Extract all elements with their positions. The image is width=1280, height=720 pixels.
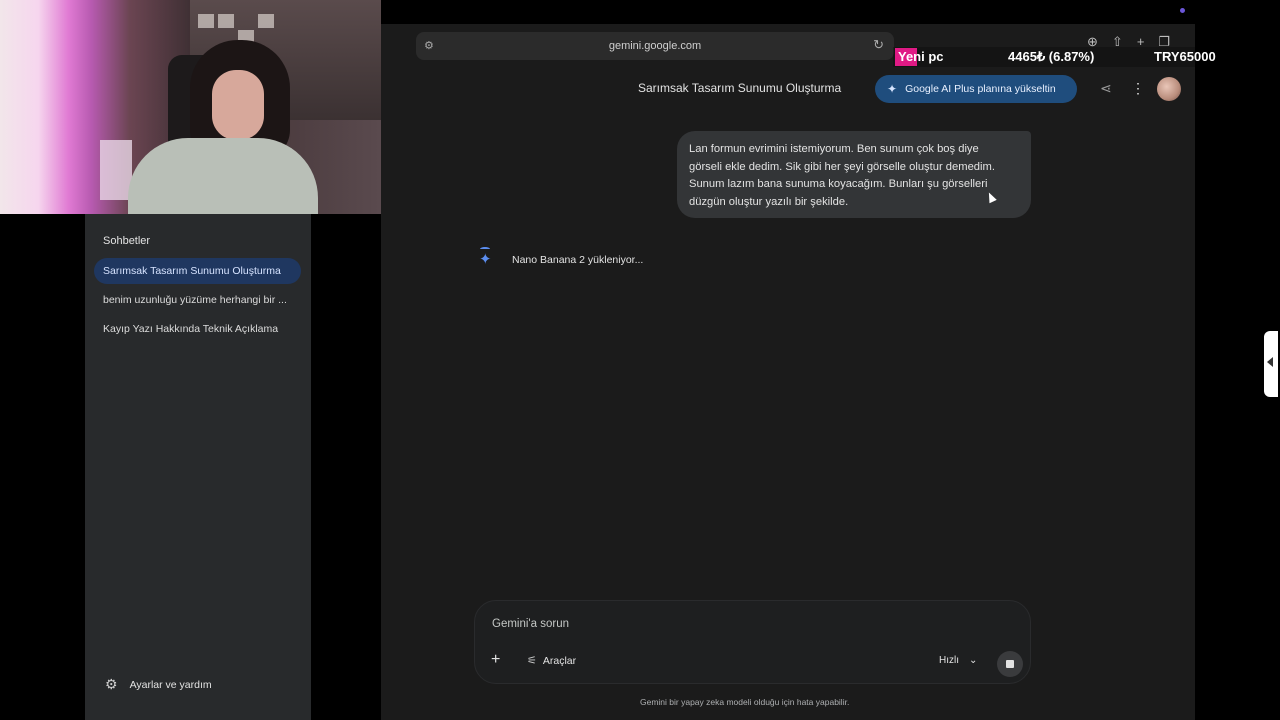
status-dot [1180,8,1185,13]
sidebar: Sohbetler Sarımsak Tasarım Sunumu Oluştu… [85,214,311,720]
user-message-line: Sunum lazım bana sunuma koyacağım. Bunla… [689,178,988,190]
more-options-icon[interactable]: ⋮ [1131,80,1145,97]
tools-button[interactable]: ⚟ Araçlar [527,654,577,668]
goal-name: Yeni pc [895,48,947,66]
stop-button[interactable] [997,651,1023,677]
upgrade-label: Google AI Plus planına yükseltin [905,83,1056,95]
site-settings-icon[interactable]: ⚙ [424,39,434,52]
webcam-overlay [0,0,381,214]
chevron-down-icon: ⌄ [969,655,978,666]
top-black-bar [381,0,1195,24]
goal-target: TRY65000 [1154,49,1216,64]
chevron-left-icon [1267,357,1273,367]
webcam-poster [198,14,214,28]
user-message-line: görseli ekle dedim. Sik gibi her şeyi gö… [689,160,995,173]
collapse-panel-tab[interactable] [1264,331,1278,397]
webcam-person-face [212,70,264,140]
sidebar-chat-item[interactable]: Sarımsak Tasarım Sunumu Oluşturma [94,258,301,284]
sidebar-chat-item[interactable]: Kayıp Yazı Hakkında Teknik Açıklama [94,316,301,342]
address-bar[interactable]: ⚙ gemini.google.com ↻ [416,32,894,60]
webcam-poster [218,14,234,28]
share-icon[interactable]: ⋖ [1100,80,1112,97]
settings-button[interactable]: ⚙ Ayarlar ve yardım [105,676,212,693]
settings-label: Ayarlar ve yardım [129,678,212,691]
screen: ⚙ gemini.google.com ↻ ⊕ ⇧ + ❐ Yeni pc 44… [0,0,1280,720]
goal-progress: 4465₺ (6.87%) [1008,49,1095,64]
webcam-radiator [100,140,132,200]
tools-label: Araçlar [542,654,577,667]
conversation-title[interactable]: Sarımsak Tasarım Sunumu Oluşturma [638,81,841,95]
prompt-composer: Gemini'a sorun + ⚟ Araçlar Hızlı ⌄ [474,600,1031,684]
add-attachment-icon[interactable]: + [491,651,500,669]
webcam-person-body [128,138,318,214]
stop-icon [1006,660,1014,668]
user-message-line: düzgün oluştur yazılı bir şekilde. [689,195,849,208]
speed-label: Hızlı [939,655,959,666]
disclaimer: Gemini bir yapay zeka modeli olduğu için… [640,697,850,707]
gear-icon: ⚙ [105,676,118,692]
url-text: gemini.google.com [608,40,702,52]
sidebar-heading: Sohbetler [103,235,151,247]
sparkle-icon: ✦ [887,82,898,96]
gemini-spark-icon: ✦ [479,251,492,268]
webcam-poster [258,14,274,28]
model-speed-select[interactable]: Hızlı ⌄ [939,655,977,666]
reload-icon[interactable]: ↻ [873,37,884,53]
avatar[interactable] [1157,77,1181,101]
sidebar-chat-item[interactable]: benim uzunluğu yüzüme herhangi bir ... [94,287,301,313]
user-message-line: Lan formun evrimini istemiyorum. Ben sun… [689,143,979,155]
upgrade-button[interactable]: ✦ Google AI Plus planına yükseltin [875,75,1077,103]
tools-icon: ⚟ [527,655,537,667]
prompt-input[interactable]: Gemini'a sorun [492,618,569,630]
loading-status: Nano Banana 2 yükleniyor... [512,254,644,266]
user-message: Lan formun evrimini istemiyorum. Ben sun… [677,131,1031,218]
